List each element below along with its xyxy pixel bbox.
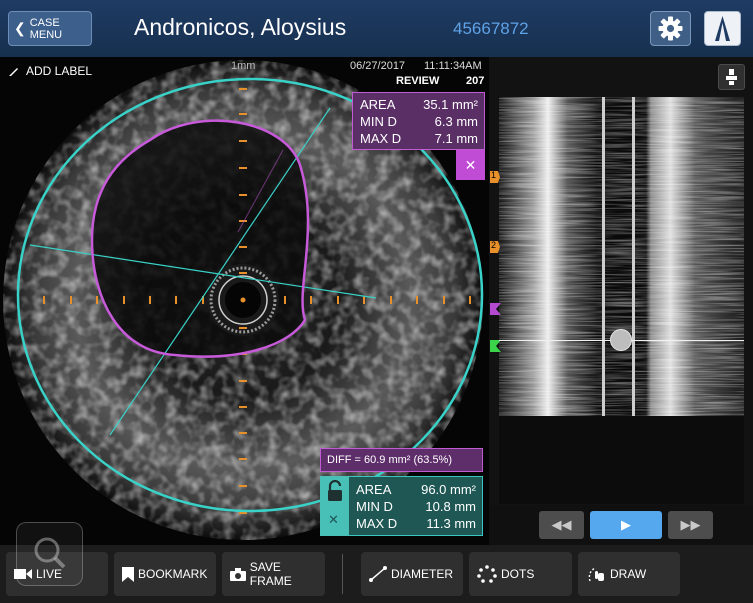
bookmark-marker-lumen[interactable]	[490, 302, 501, 320]
case-menu-button[interactable]: ❮ CASE MENU	[8, 11, 92, 46]
bookmark-marker-current[interactable]	[490, 339, 501, 357]
rewind-button[interactable]: ◀◀	[539, 511, 584, 539]
save-frame-button[interactable]: SAVE FRAME	[222, 552, 325, 596]
pencil-icon	[9, 68, 18, 76]
lview-options-button[interactable]	[718, 64, 745, 90]
vessel-area-value: 96.0 mm²	[421, 482, 476, 497]
longitudinal-view[interactable]	[499, 97, 744, 416]
vessel-min-label: MIN D	[356, 499, 393, 514]
logo-button[interactable]	[704, 11, 741, 46]
dots-icon	[477, 565, 497, 583]
bookmark-marker-2[interactable]: 2	[490, 240, 500, 253]
patient-id: 45667872	[453, 19, 529, 38]
draw-label: DRAW	[610, 567, 647, 581]
header-bar	[0, 0, 753, 57]
camera-icon	[230, 567, 246, 581]
diameter-icon	[369, 566, 387, 582]
save-frame-label: SAVE FRAME	[249, 560, 292, 588]
area-difference-label: DIFF = 60.9 mm² (63.5%)	[320, 448, 483, 472]
frame-slider-handle[interactable]	[610, 329, 632, 351]
close-icon: ✕	[328, 512, 339, 527]
catheter-logo-icon	[715, 16, 730, 41]
rewind-icon: ◀◀	[551, 517, 572, 532]
close-icon: ✕	[464, 156, 477, 173]
bookmark-icon	[122, 566, 134, 582]
vessel-area-label: AREA	[356, 482, 392, 497]
lumen-max-label: MAX D	[360, 131, 402, 146]
bookmark-label-1: 1	[491, 170, 497, 180]
catheter-view-icon	[726, 69, 737, 85]
hand-draw-icon	[588, 567, 604, 582]
dots-label: DOTS	[501, 567, 535, 581]
bookmark-button[interactable]: BOOKMARK	[114, 552, 216, 596]
vessel-max-value: 11.3 mm	[426, 516, 476, 531]
bookmark-label-2: 2	[491, 240, 497, 250]
bookmark-marker-1[interactable]: 1	[490, 170, 500, 183]
lumen-min-value: 6.3 mm	[434, 114, 478, 129]
delete-vessel-measurement-button[interactable]: ✕	[328, 512, 339, 528]
diameter-tool-button[interactable]: DIAMETER	[361, 552, 463, 596]
patient-name: Andronicos, Aloysius	[134, 14, 347, 40]
unlock-measurement-button[interactable]	[326, 479, 344, 507]
scale-label: 1mm	[231, 60, 256, 72]
fast-forward-button[interactable]: ▶▶	[668, 511, 713, 539]
dots-tool-button[interactable]: DOTS	[469, 552, 572, 596]
lumen-area-label: AREA	[360, 97, 396, 112]
acquisition-date: 06/27/2017	[350, 60, 406, 72]
vessel-max-label: MAX D	[356, 516, 398, 531]
fast-forward-icon: ▶▶	[680, 517, 701, 532]
lview-lower-area	[499, 416, 744, 504]
case-menu-label: CASE MENU	[29, 16, 63, 41]
delete-lumen-measurement-button[interactable]: ✕	[456, 150, 485, 180]
play-icon: ▶	[621, 517, 631, 532]
lumen-measurement-panel: AREA 35.1 mm² MIN D 6.3 mm MAX D 7.1 mm	[352, 92, 485, 150]
draw-tool-button[interactable]: DRAW	[578, 552, 680, 596]
bookmark-label: BOOKMARK	[138, 567, 208, 581]
chevron-left-icon: ❮	[14, 20, 26, 36]
lumen-area-value: 35.1 mm²	[423, 97, 478, 112]
lumen-max-value: 7.1 mm	[434, 131, 478, 146]
acquisition-time: 11:11:34AM	[424, 60, 482, 72]
add-label-button[interactable]: ADD LABEL	[8, 64, 92, 78]
mode-label: REVIEW	[396, 75, 440, 87]
unlock-icon	[328, 479, 342, 501]
zoom-button[interactable]	[16, 522, 83, 586]
magnifier-icon	[34, 537, 66, 569]
play-button[interactable]: ▶	[590, 511, 662, 539]
add-label-text: ADD LABEL	[26, 64, 93, 78]
settings-button[interactable]	[650, 11, 691, 46]
vessel-min-value: 10.8 mm	[425, 499, 476, 514]
diameter-label: DIAMETER	[391, 567, 454, 581]
toolbar-divider	[342, 554, 343, 594]
gear-icon	[658, 16, 683, 41]
frame-number: 207	[466, 75, 485, 87]
lumen-min-label: MIN D	[360, 114, 397, 129]
